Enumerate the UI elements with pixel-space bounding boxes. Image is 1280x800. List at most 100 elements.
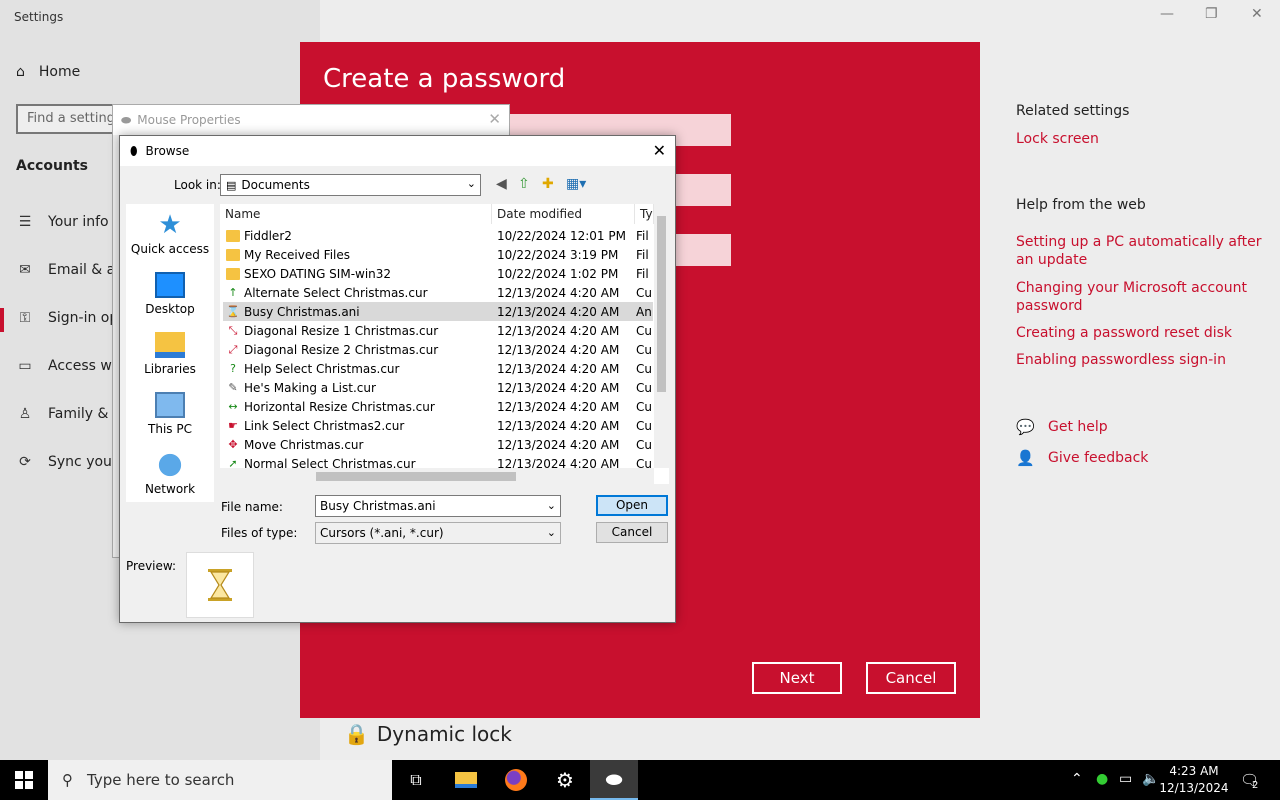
mouse-properties-taskbar-icon[interactable]: ⬬	[590, 760, 638, 800]
nav-your-info[interactable]: ☰ Your info	[16, 214, 109, 230]
close-icon[interactable]: ✕	[1251, 6, 1263, 22]
file-name: SEXO DATING SIM-win32	[244, 266, 392, 281]
look-in-value: Documents	[241, 178, 310, 192]
nav-label: Your info	[48, 214, 109, 230]
file-name-input[interactable]: Busy Christmas.ani ⌄	[315, 495, 561, 517]
file-row[interactable]: Fiddler2 10/22/2024 12:01 PM Fil	[223, 226, 653, 245]
file-name-cell: ✎ He's Making a List.cur	[223, 381, 490, 395]
preview-label: Preview:	[126, 559, 177, 573]
file-name-cell: ↑ Alternate Select Christmas.cur	[223, 286, 490, 300]
file-name-cell: ⤢ Diagonal Resize 2 Christmas.cur	[223, 343, 490, 357]
file-name: My Received Files	[244, 247, 351, 262]
start-button[interactable]	[0, 760, 48, 800]
settings-search-input[interactable]: Find a setting	[16, 104, 116, 134]
scroll-thumb[interactable]	[316, 472, 516, 481]
help-link-change-password[interactable]: Changing your Microsoft account password	[1016, 279, 1266, 315]
clock[interactable]: 4:23 AM 12/13/2024	[1158, 763, 1230, 797]
scroll-thumb[interactable]	[657, 216, 666, 392]
nav-label: Family & o	[48, 406, 122, 422]
file-row[interactable]: ? Help Select Christmas.cur 12/13/2024 4:2…	[223, 359, 653, 378]
nav-email-accounts[interactable]: ✉ Email & ac	[16, 262, 123, 278]
next-button[interactable]: Next	[752, 662, 842, 694]
notification-count: 2	[1252, 780, 1259, 791]
file-row[interactable]: ⌛ Busy Christmas.ani 12/13/2024 4:20 AM An	[223, 302, 653, 321]
place-desktop[interactable]: Desktop	[126, 272, 214, 316]
close-icon[interactable]: ✕	[488, 110, 501, 128]
place-libraries[interactable]: Libraries	[126, 332, 214, 376]
cursor-file-icon: ?	[230, 361, 236, 375]
place-quick-access[interactable]: ★ Quick access	[126, 212, 214, 256]
open-button[interactable]: Open	[596, 495, 668, 516]
help-link-setup-pc[interactable]: Setting up a PC automatically after an u…	[1016, 233, 1266, 269]
file-type-cell: Cu	[636, 323, 652, 338]
place-network[interactable]: Network	[126, 452, 214, 496]
file-date-cell: 12/13/2024 4:20 AM	[497, 437, 620, 452]
get-help-link[interactable]: 💬 Get help	[1016, 418, 1108, 436]
file-row[interactable]: ↔ Horizontal Resize Christmas.cur 12/13/20…	[223, 397, 653, 416]
help-link-reset-disk[interactable]: Creating a password reset disk	[1016, 324, 1266, 342]
file-row[interactable]: My Received Files 10/22/2024 3:19 PM Fil	[223, 245, 653, 264]
computer-icon	[155, 392, 185, 418]
file-date-cell: 12/13/2024 4:20 AM	[497, 418, 620, 433]
file-type-cell: Cu	[636, 361, 652, 376]
file-row[interactable]: ⤡ Diagonal Resize 1 Christmas.cur 12/13/20…	[223, 321, 653, 340]
back-icon[interactable]: ◀	[496, 176, 507, 192]
close-icon[interactable]: ✕	[653, 141, 666, 160]
mouse-properties-titlebar: ⬬ Mouse Properties	[113, 105, 509, 135]
file-row[interactable]: SEXO DATING SIM-win32 10/22/2024 1:02 PM F…	[223, 264, 653, 283]
firefox-icon[interactable]	[492, 760, 540, 800]
nav-sync[interactable]: ⟳ Sync your	[16, 454, 118, 470]
file-name-label: File name:	[221, 500, 283, 514]
nav-home[interactable]: ⌂ Home	[16, 64, 80, 80]
up-folder-icon[interactable]: ⇧	[518, 176, 530, 192]
related-settings-heading: Related settings	[1016, 103, 1130, 119]
file-row[interactable]: ✎ He's Making a List.cur 12/13/2024 4:20 A…	[223, 378, 653, 397]
task-view-icon[interactable]: ⧉	[392, 760, 440, 800]
network-icon[interactable]: ▭	[1119, 771, 1132, 787]
minimize-icon[interactable]: —	[1160, 6, 1174, 22]
chevron-down-icon[interactable]: ⌄	[547, 499, 556, 512]
give-feedback-link[interactable]: 👤 Give feedback	[1016, 449, 1148, 467]
help-web-heading: Help from the web	[1016, 197, 1146, 213]
place-this-pc[interactable]: This PC	[126, 392, 214, 436]
file-name: Fiddler2	[244, 228, 292, 243]
volume-icon[interactable]: 🔈	[1142, 771, 1159, 787]
file-explorer-icon[interactable]	[442, 760, 490, 800]
taskbar-search-box[interactable]: ⚲ Type here to search	[48, 760, 392, 800]
dynamic-lock-icon: 🔒	[344, 722, 369, 746]
search-icon: ⚲	[62, 771, 73, 789]
file-name-cell: ⤡ Diagonal Resize 1 Christmas.cur	[223, 324, 490, 338]
hourglass-icon	[208, 569, 232, 601]
file-row[interactable]: ↑ Alternate Select Christmas.cur 12/13/202…	[223, 283, 653, 302]
settings-gear-icon[interactable]: ⚙	[541, 760, 589, 800]
file-row[interactable]: ☛ Link Select Christmas2.cur 12/13/2024 4:…	[223, 416, 653, 435]
lock-screen-link[interactable]: Lock screen	[1016, 130, 1266, 148]
vertical-scrollbar[interactable]	[654, 204, 669, 468]
nav-family[interactable]: ♙ Family & o	[16, 406, 122, 422]
look-in-dropdown[interactable]: ▤ Documents ⌄	[220, 174, 481, 196]
help-link-passwordless[interactable]: Enabling passwordless sign-in	[1016, 351, 1266, 369]
cursor-file-icon: ✎	[228, 380, 238, 394]
cursor-file-icon: ☛	[228, 418, 238, 432]
restore-icon[interactable]: ❐	[1205, 6, 1218, 22]
home-icon: ⌂	[16, 64, 25, 80]
user-status-icon[interactable]: ●	[1096, 771, 1108, 787]
horizontal-scrollbar[interactable]	[220, 468, 654, 484]
chevron-up-icon[interactable]: ⌃	[1071, 771, 1083, 787]
cancel-button[interactable]: Cancel	[596, 522, 668, 543]
column-type[interactable]: Ty	[635, 204, 654, 224]
nav-access-work[interactable]: ▭ Access wo	[16, 358, 120, 374]
column-date-modified[interactable]: Date modified	[492, 204, 635, 224]
new-folder-icon[interactable]: ✚	[542, 176, 554, 192]
file-type-select[interactable]: Cursors (*.ani, *.cur) ⌄	[315, 522, 561, 544]
file-name-value: Busy Christmas.ani	[320, 499, 436, 513]
folder-icon	[226, 267, 240, 280]
file-row[interactable]: ✥ Move Christmas.cur 12/13/2024 4:20 AM Cu	[223, 435, 653, 454]
column-name[interactable]: Name	[220, 204, 492, 224]
nav-sign-in-options[interactable]: ⚿ Sign-in op	[16, 310, 119, 326]
search-placeholder: Type here to search	[87, 771, 235, 789]
cancel-button[interactable]: Cancel	[866, 662, 956, 694]
file-row[interactable]: ⤢ Diagonal Resize 2 Christmas.cur 12/13/20…	[223, 340, 653, 359]
file-name-cell: ⌛ Busy Christmas.ani	[223, 305, 490, 319]
view-menu-icon[interactable]: ▦▾	[566, 176, 586, 192]
